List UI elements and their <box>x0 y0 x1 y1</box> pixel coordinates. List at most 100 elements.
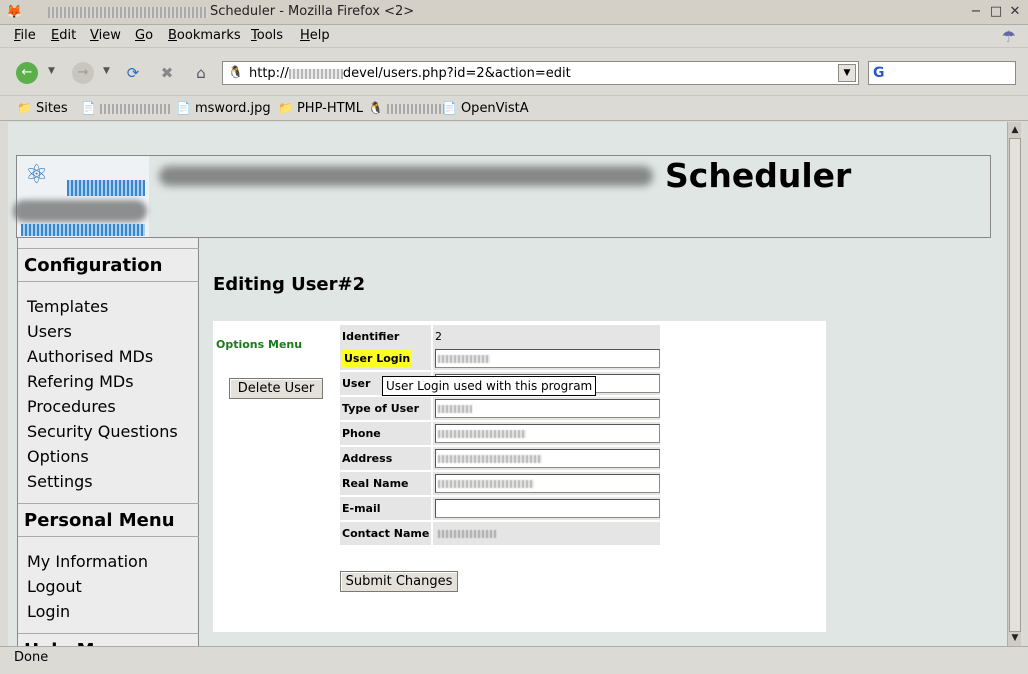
navigation-toolbar: ← ▼ → ▼ ⟳ ✖ ⌂ 🐧 http://devel/users.php?i… <box>0 47 1028 95</box>
field-label: Contact Name <box>340 522 431 545</box>
user-login-tooltip: User Login used with this program <box>382 376 597 396</box>
menu-edit[interactable]: Edit <box>51 28 76 43</box>
search-box[interactable]: G <box>868 61 1016 85</box>
sidebar-item-security-questions[interactable]: Security Questions <box>27 422 178 441</box>
field-value-cell <box>433 447 660 470</box>
menu-view[interactable]: View <box>90 28 121 43</box>
user-login-input[interactable] <box>435 349 660 368</box>
page-header-title: Scheduler <box>665 156 852 195</box>
field-row-contact-name: Contact Name <box>340 522 660 545</box>
logo-stripe <box>21 224 145 236</box>
redacted-value <box>438 405 472 413</box>
bookmark-openvista[interactable]: 📄 OpenVistA <box>442 101 529 116</box>
scroll-down-icon[interactable]: ▼ <box>1009 632 1021 644</box>
sidebar-item-users[interactable]: Users <box>27 322 72 341</box>
sidebar-item-templates[interactable]: Templates <box>27 297 108 316</box>
page-icon: 📄 <box>176 101 191 115</box>
menu-go[interactable]: Go <box>135 28 153 43</box>
redacted-value <box>438 455 542 463</box>
sidebar-item-my-information[interactable]: My Information <box>27 552 148 571</box>
bookmark-redacted-1[interactable]: 📄 <box>81 101 170 116</box>
field-label: Address <box>340 447 431 470</box>
field-value-cell <box>433 422 660 445</box>
sidebar-section-personal-menu: Personal Menu <box>18 503 199 537</box>
sidebar-item-settings[interactable]: Settings <box>27 472 93 491</box>
status-bar: Done <box>0 646 1028 674</box>
folder-icon: 📁 <box>17 101 32 115</box>
reload-icon[interactable]: ⟳ <box>122 62 144 84</box>
field-row-identifier: Identifier 2 <box>340 325 660 348</box>
close-icon[interactable]: ✕ <box>1007 4 1023 20</box>
google-search-icon[interactable]: G <box>873 65 885 81</box>
scroll-up-icon[interactable]: ▲ <box>1009 124 1021 136</box>
field-value-cell <box>433 497 660 520</box>
sidebar-item-login[interactable]: Login <box>27 602 70 621</box>
phone-number-input[interactable] <box>435 424 660 443</box>
maximize-icon[interactable]: □ <box>988 4 1004 20</box>
bookmark-msword[interactable]: 📄 msword.jpg <box>176 101 271 116</box>
redacted-value <box>438 530 496 538</box>
back-arrow-icon[interactable]: ← <box>16 62 38 84</box>
menu-help[interactable]: Help <box>300 28 330 43</box>
sidebar-section-configuration: Configuration <box>18 248 199 282</box>
field-row-type-of-user: Type of User <box>340 397 660 420</box>
folder-icon: 📁 <box>278 101 293 115</box>
firefox-icon: 🦊 <box>6 5 23 20</box>
bookmark-php-html[interactable]: 📁 PHP-HTML <box>278 101 363 116</box>
bookmark-sites[interactable]: 📁 Sites <box>17 101 68 116</box>
site-header: ⚛ Scheduler <box>13 155 991 238</box>
url-text: http://devel/users.php?id=2&action=edit <box>249 66 571 81</box>
forward-arrow-icon[interactable]: → <box>72 62 94 84</box>
url-bar[interactable]: 🐧 http://devel/users.php?id=2&action=edi… <box>222 61 859 85</box>
bookmarks-toolbar: 📁 Sites 📄 📄 msword.jpg 📁 PHP-HTML 🐧 📄 OpenVi… <box>0 95 1028 121</box>
field-row-phone-number: Phone Number <box>340 422 660 463</box>
bookmark-redacted-2[interactable]: 🐧 <box>368 101 445 116</box>
field-label: Phone Number <box>340 422 431 463</box>
window-titlebar: 🦊 Scheduler - Mozilla Firefox <2> − □ ✕ <box>0 0 1028 25</box>
field-value-cell: 2 <box>433 325 660 348</box>
logo-stripe <box>67 180 145 196</box>
sidebar-item-refering-mds[interactable]: Refering MDs <box>27 372 134 391</box>
sidebar-item-authorised-mds[interactable]: Authorised MDs <box>27 347 153 366</box>
field-label: User Login <box>340 347 431 370</box>
window-title: Scheduler - Mozilla Firefox <2> <box>210 4 415 19</box>
field-value-cell <box>433 397 660 420</box>
real-name-input[interactable] <box>435 474 660 493</box>
delete-user-button[interactable]: Delete User <box>229 378 323 399</box>
page-icon: 📄 <box>442 101 457 115</box>
vertical-scrollbar[interactable]: ▲ ▼ <box>1007 122 1021 646</box>
throbber-icon: ☂ <box>1001 27 1016 46</box>
menu-file[interactable]: File <box>14 28 36 43</box>
redacted-title-part <box>48 7 208 18</box>
sidebar-item-logout[interactable]: Logout <box>27 577 82 596</box>
submit-changes-button[interactable]: Submit Changes <box>340 571 458 592</box>
field-label: E-mail address <box>340 497 431 538</box>
sidebar-item-procedures[interactable]: Procedures <box>27 397 116 416</box>
redacted-logo-text <box>13 200 147 222</box>
menu-bar: File Edit View Go Bookmarks Tools Help ☂ <box>0 25 1028 47</box>
field-value-cell <box>433 347 660 370</box>
page-title: Editing User#2 <box>213 274 366 295</box>
field-value-cell <box>433 522 660 545</box>
forward-dropdown-icon[interactable]: ▼ <box>103 66 110 76</box>
home-icon[interactable]: ⌂ <box>190 62 212 84</box>
field-label: Identifier <box>340 325 431 348</box>
stop-icon[interactable]: ✖ <box>156 62 178 84</box>
sidebar: Configuration Templates Users Authorised… <box>17 238 199 646</box>
sidebar-item-options[interactable]: Options <box>27 447 89 466</box>
address-input[interactable] <box>435 449 660 468</box>
back-dropdown-icon[interactable]: ▼ <box>48 66 55 76</box>
email-address-input[interactable] <box>435 499 660 518</box>
redacted-value <box>438 355 490 363</box>
url-history-dropdown-icon[interactable]: ▼ <box>838 64 856 82</box>
field-label: Real Name <box>340 472 431 495</box>
scrollbar-thumb[interactable] <box>1009 138 1021 632</box>
menu-bookmarks[interactable]: Bookmarks <box>168 28 241 43</box>
menu-tools[interactable]: Tools <box>251 28 283 43</box>
field-row-real-name: Real Name <box>340 472 660 495</box>
type-of-user-input[interactable] <box>435 399 660 418</box>
contact-name-input[interactable] <box>435 524 660 543</box>
minimize-icon[interactable]: − <box>968 4 984 20</box>
atom-logo-icon: ⚛ <box>25 160 49 190</box>
redacted-bookmark-label <box>99 103 170 114</box>
